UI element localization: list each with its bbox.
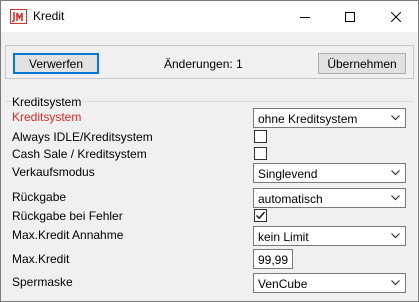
- cash-sale-checkbox[interactable]: [254, 147, 267, 160]
- spermaske-value: VenCube: [258, 277, 308, 291]
- title-bar[interactable]: Kredit: [1, 1, 418, 32]
- rueckgabe-select[interactable]: automatisch: [253, 188, 406, 208]
- chevron-down-icon: [391, 233, 400, 239]
- close-icon: [390, 11, 401, 22]
- kreditsystem-label: Kreditsystem: [12, 110, 82, 124]
- cash-sale-label: Cash Sale / Kreditsystem: [12, 147, 147, 161]
- changes-counter: Änderungen: 1: [164, 57, 243, 71]
- jm-logo-icon: [10, 9, 27, 24]
- spermaske-label: Spermaske: [12, 275, 73, 289]
- always-idle-label: Always IDLE/Kreditsystem: [12, 130, 153, 144]
- verkaufsmodus-label: Verkaufsmodus: [12, 165, 95, 179]
- verkaufsmodus-value: Singlevend: [258, 167, 318, 181]
- kredit-window: Kredit Verwerfen Änderungen: 1 Übernehme…: [0, 0, 419, 302]
- kreditsystem-select[interactable]: ohne Kreditsystem: [253, 108, 406, 128]
- max-kredit-label: Max.Kredit: [12, 252, 70, 266]
- minimize-button[interactable]: [282, 1, 327, 32]
- minimize-icon: [299, 16, 310, 18]
- rueckgabe-label: Rückgabe: [12, 190, 67, 204]
- maximize-button[interactable]: [327, 1, 372, 32]
- apply-button[interactable]: Übernehmen: [318, 53, 406, 74]
- action-bar: Verwerfen Änderungen: 1 Übernehmen: [5, 45, 414, 79]
- kreditsystem-value: ohne Kreditsystem: [258, 112, 358, 126]
- max-kredit-annahme-label: Max.Kredit Annahme: [12, 228, 124, 242]
- close-button[interactable]: [373, 1, 418, 32]
- max-kredit-value: 99,99: [258, 253, 289, 267]
- discard-button[interactable]: Verwerfen: [13, 53, 99, 74]
- rueckgabe-fehler-label: Rückgabe bei Fehler: [12, 209, 123, 223]
- chevron-down-icon: [391, 280, 400, 286]
- group-title: Kreditsystem: [11, 95, 83, 109]
- maximize-icon: [344, 11, 355, 22]
- chevron-down-icon: [391, 115, 400, 121]
- max-kredit-annahme-select[interactable]: kein Limit: [253, 226, 406, 246]
- verkaufsmodus-select[interactable]: Singlevend: [253, 163, 406, 183]
- chevron-down-icon: [391, 170, 400, 176]
- always-idle-checkbox[interactable]: [254, 130, 267, 143]
- window-title: Kredit: [33, 9, 65, 23]
- kreditsystem-group: Kreditsystem Kreditsystem ohne Kreditsys…: [5, 95, 414, 295]
- chevron-down-icon: [391, 195, 400, 201]
- max-kredit-annahme-value: kein Limit: [258, 230, 309, 244]
- rueckgabe-value: automatisch: [258, 192, 323, 206]
- checkmark-icon: [256, 211, 265, 220]
- max-kredit-input[interactable]: 99,99: [253, 249, 293, 269]
- spermaske-select[interactable]: VenCube: [253, 273, 406, 293]
- rueckgabe-fehler-checkbox[interactable]: [254, 209, 267, 222]
